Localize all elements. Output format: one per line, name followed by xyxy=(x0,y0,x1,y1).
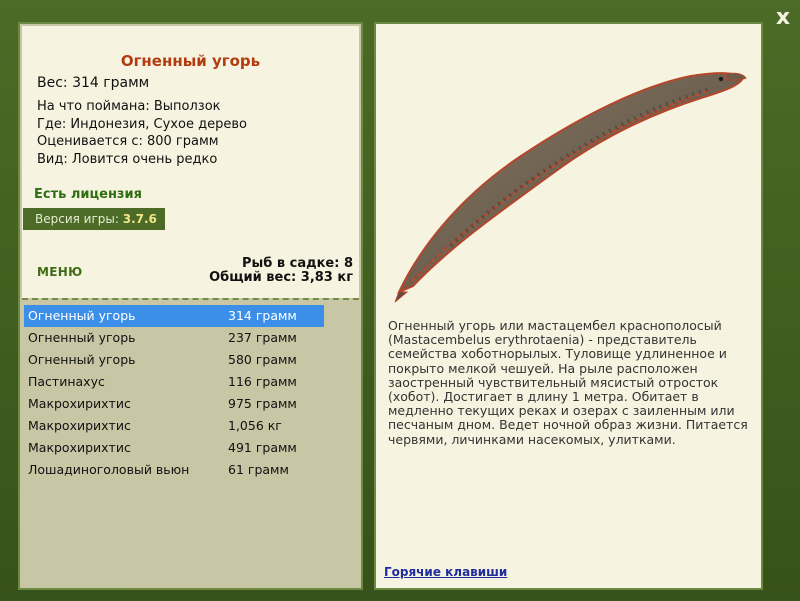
fish-weight: 580 грамм xyxy=(228,352,297,367)
keepnet-stats: Рыб в садке: 8 Общий вес: 3,83 кг xyxy=(209,257,353,285)
fish-description-panel: Огненный угорь или мастацембел краснопол… xyxy=(374,22,763,590)
fish-name: Макрохирихтис xyxy=(28,440,131,455)
close-icon[interactable]: x xyxy=(772,7,794,29)
fish-weight: 491 грамм xyxy=(228,440,297,455)
fish-title: Огненный угорь xyxy=(120,52,261,70)
list-item[interactable]: Макрохирихтис 491 грамм xyxy=(24,437,324,459)
hotkeys-link[interactable]: Горячие клавиши xyxy=(384,565,507,579)
list-item[interactable]: Лошадиноголовый вьюн 61 грамм xyxy=(24,459,324,481)
list-item[interactable]: Огненный угорь 237 грамм xyxy=(24,327,324,349)
list-item[interactable]: Огненный угорь 580 грамм xyxy=(24,349,324,371)
fish-weight: 61 грамм xyxy=(228,462,289,477)
divider xyxy=(22,298,359,300)
fish-weight: Вес: 314 грамм xyxy=(37,75,150,91)
fish-name: Макрохирихтис xyxy=(28,418,131,433)
fish-weight: 116 грамм xyxy=(228,374,297,389)
fish-count: Рыб в садке: 8 xyxy=(241,256,353,271)
fish-name: Огненный угорь xyxy=(28,330,136,345)
menu-button[interactable]: МЕНЮ xyxy=(37,265,82,279)
version-value: 3.7.6 xyxy=(122,212,157,226)
fish-details: На что поймана: Выползок Где: Индонезия,… xyxy=(37,98,247,168)
total-weight: Общий вес: 3,83 кг xyxy=(209,270,353,285)
fish-name: Огненный угорь xyxy=(28,352,136,367)
list-item[interactable]: Макрохирихтис 1,056 кг xyxy=(24,415,324,437)
fish-name: Огненный угорь xyxy=(28,308,136,323)
fish-weight: 314 грамм xyxy=(228,308,297,323)
window-frame: x Огненный угорь Вес: 314 грамм На что п… xyxy=(0,0,800,601)
list-item[interactable]: Огненный угорь 314 грамм xyxy=(24,305,324,327)
catch-location: Где: Индонезия, Сухое дерево xyxy=(37,116,247,132)
fish-weight: 975 грамм xyxy=(228,396,297,411)
eel-picture xyxy=(394,72,747,303)
fish-description: Огненный угорь или мастацембел краснопол… xyxy=(388,318,748,447)
valued-from: Оценивается с: 800 грамм xyxy=(37,134,219,149)
license-status: Есть лицензия xyxy=(34,187,142,202)
catch-list: Огненный угорь 314 грамм Огненный угорь 23… xyxy=(24,305,324,481)
fish-weight: 237 грамм xyxy=(228,330,297,345)
version-bar: Версия игры: 3.7.6 xyxy=(23,208,165,230)
fish-name: Лошадиноголовый вьюн xyxy=(28,462,190,477)
fish-weight: 1,056 кг xyxy=(228,418,282,433)
list-item[interactable]: Пастинахус 116 грамм xyxy=(24,371,324,393)
version-label: Версия игры: xyxy=(35,212,119,226)
list-item[interactable]: Макрохирихтис 975 грамм xyxy=(24,393,324,415)
fish-info-card: Огненный угорь Вес: 314 грамм На что пой… xyxy=(22,26,359,298)
caught-with: На что поймана: Выползок xyxy=(37,99,221,114)
rarity: Вид: Ловится очень редко xyxy=(37,151,218,167)
fish-name: Макрохирихтис xyxy=(28,396,131,411)
catch-panel: Огненный угорь Вес: 314 грамм На что пой… xyxy=(18,22,363,590)
fish-name: Пастинахус xyxy=(28,374,105,389)
